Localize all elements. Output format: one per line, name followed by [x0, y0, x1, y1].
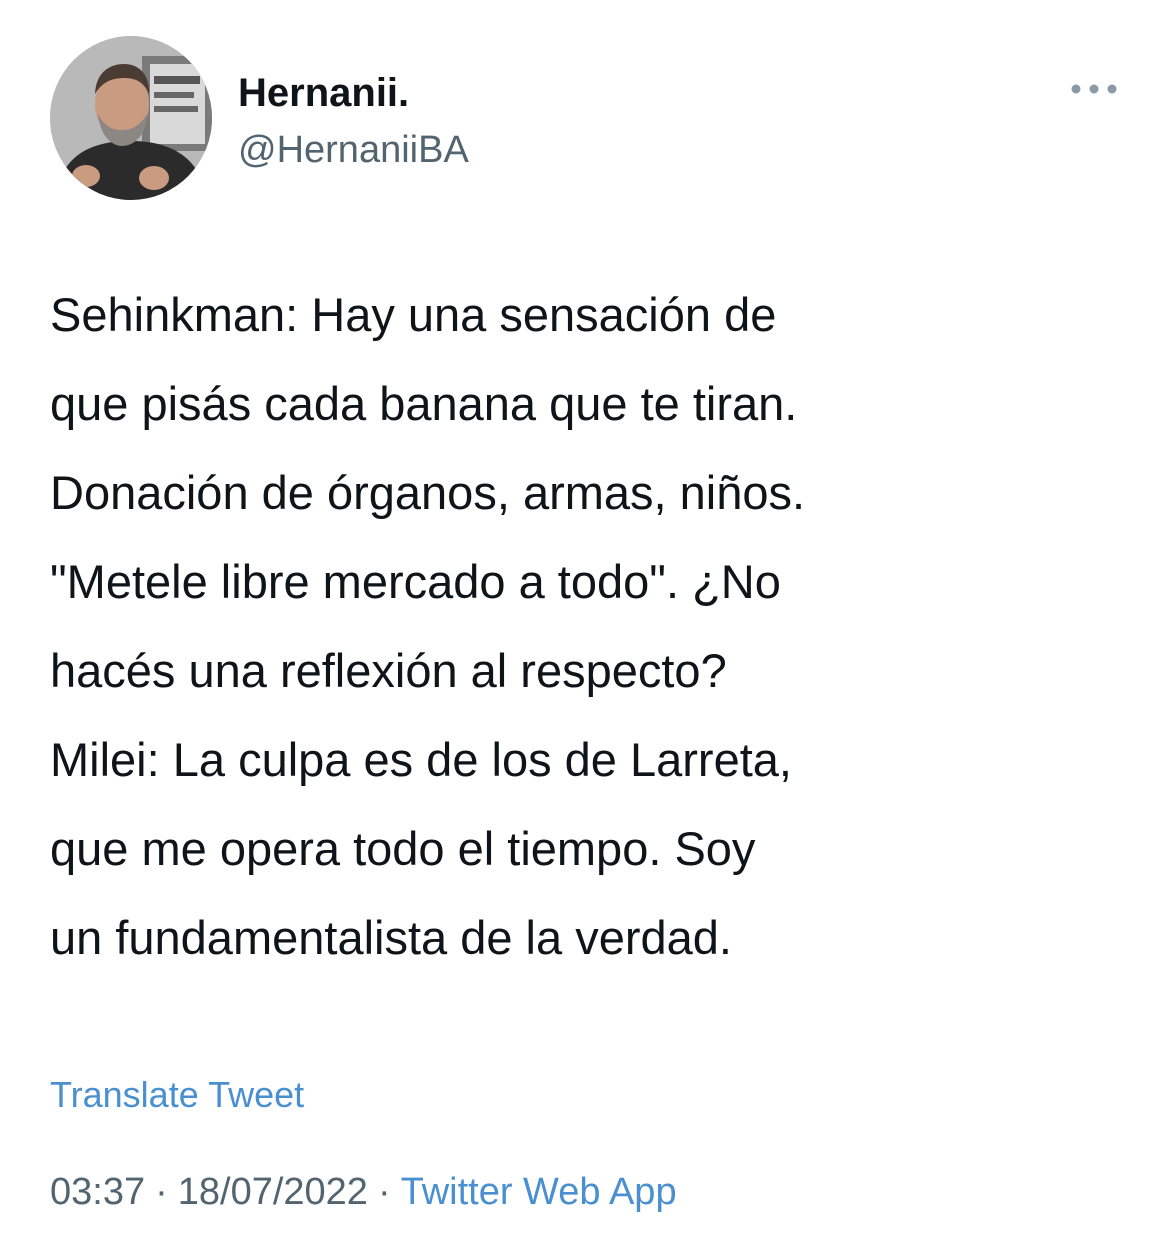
author-display-name[interactable]: Hernanii. — [238, 70, 409, 116]
tweet-paragraph-2: Milei: La culpa es de los de Larreta, qu… — [50, 733, 792, 964]
author-avatar[interactable] — [50, 36, 212, 200]
meta-separator: · — [377, 1171, 391, 1213]
meta-separator: · — [155, 1171, 168, 1213]
tweet-card: Hernanii. @HernaniiBA Sehinkman: Hay una… — [0, 0, 1169, 1251]
tweet-text: Sehinkman: Hay una sensación de que pisá… — [50, 270, 1140, 982]
translate-tweet-link[interactable]: Translate Tweet — [50, 1073, 304, 1117]
author-handle[interactable]: @HernaniiBA — [238, 128, 469, 172]
tweet-date[interactable]: 18/07/2022 — [178, 1171, 368, 1213]
tweet-source-link[interactable]: Twitter Web App — [401, 1171, 677, 1213]
more-horizontal-icon — [1071, 84, 1117, 94]
tweet-metadata: 03:37 · 18/07/2022 · Twitter Web App — [50, 1168, 677, 1216]
tweet-paragraph-1: Sehinkman: Hay una sensación de que pisá… — [50, 288, 806, 697]
avatar-photo-icon — [50, 36, 212, 200]
more-options-button[interactable] — [1066, 72, 1122, 106]
tweet-time[interactable]: 03:37 — [50, 1171, 145, 1213]
